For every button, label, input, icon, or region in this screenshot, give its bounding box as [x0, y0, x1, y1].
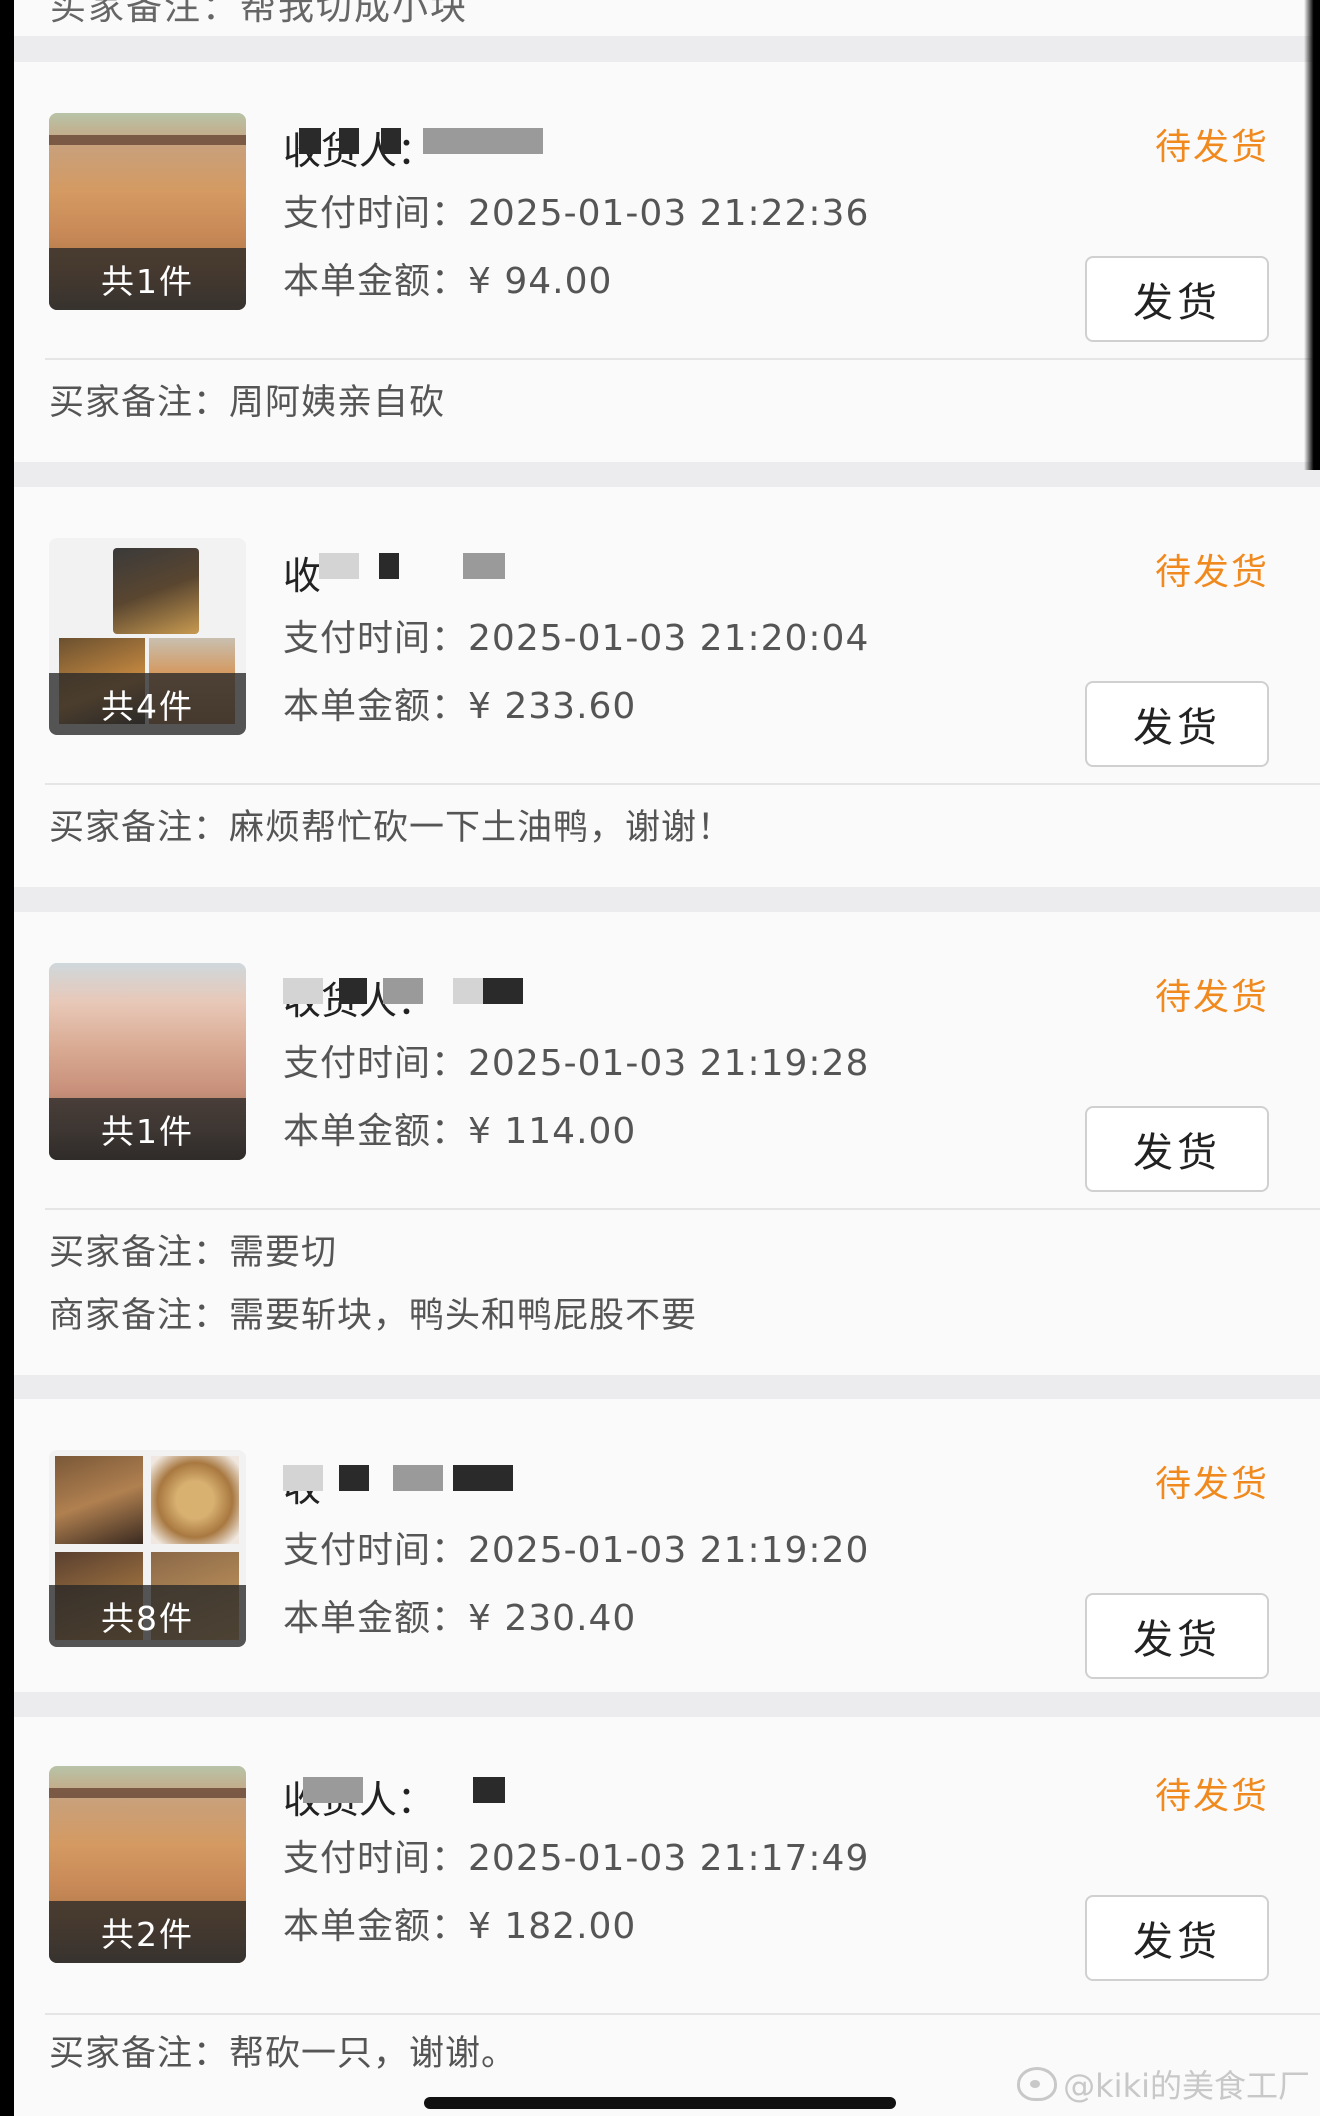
ship-button[interactable]: 发货: [1085, 1106, 1269, 1192]
pay-time: 支付时间：2025-01-03 21:17:49: [283, 1838, 870, 1879]
product-thumbnail[interactable]: 共1件: [49, 113, 246, 310]
seller-note: 商家备注：需要斩块，鸭头和鸭屁股不要: [49, 1296, 698, 1336]
status-badge: 待发货: [1154, 977, 1269, 1018]
item-count: 共8件: [49, 1585, 246, 1647]
item-count: 共1件: [49, 1098, 246, 1160]
divider: [45, 1208, 1320, 1210]
recipient-name: 收货人：: [283, 970, 563, 1018]
divider: [45, 783, 1320, 785]
recipient-name: 收: [283, 545, 563, 593]
recipient-name: 收货人：: [283, 1769, 563, 1817]
pay-time: 支付时间：2025-01-03 21:20:04: [283, 618, 870, 659]
ship-button[interactable]: 发货: [1085, 1895, 1269, 1981]
order-amount: 本单金额：¥ 233.60: [283, 686, 637, 727]
screen-edge-right: [1304, 0, 1320, 470]
watermark: @kiki的美食工厂: [1017, 2061, 1310, 2107]
product-thumbnail[interactable]: 共8件: [49, 1450, 246, 1647]
weibo-icon: [1017, 2067, 1058, 2101]
order-card[interactable]: 共8件 收 待发货 支付时间：2025-01-03 21:19:20 本单金额：…: [0, 1399, 1320, 1692]
pay-time: 支付时间：2025-01-03 21:22:36: [283, 193, 870, 234]
divider: [45, 358, 1320, 360]
ship-button[interactable]: 发货: [1085, 256, 1269, 342]
previous-order-remnant: 买家备注：帮我切成小块: [0, 0, 1320, 36]
divider: [45, 2013, 1320, 2015]
watermark-text: @kiki的美食工厂: [1063, 2067, 1310, 2105]
buyer-note: 买家备注：麻烦帮忙砍一下土油鸭，谢谢！: [49, 808, 734, 848]
ship-button[interactable]: 发货: [1085, 681, 1269, 767]
order-card[interactable]: 共1件 收货人： 待发货 支付时间：2025-01-03 21:22:36 本单…: [0, 62, 1320, 462]
previous-buyer-note: 买家备注：帮我切成小块: [50, 0, 469, 28]
status-badge: 待发货: [1154, 552, 1269, 593]
buyer-note: 买家备注：需要切: [49, 1233, 338, 1273]
order-amount: 本单金额：¥ 230.40: [283, 1598, 637, 1639]
home-indicator[interactable]: [424, 2097, 896, 2109]
status-badge: 待发货: [1154, 1776, 1269, 1817]
order-card[interactable]: 共1件 收货人： 待发货 支付时间：2025-01-03 21:19:28 本单…: [0, 912, 1320, 1375]
product-thumbnail[interactable]: 共4件: [49, 538, 246, 735]
pay-time: 支付时间：2025-01-03 21:19:20: [283, 1530, 870, 1571]
ship-button[interactable]: 发货: [1085, 1593, 1269, 1679]
order-amount: 本单金额：¥ 182.00: [283, 1906, 637, 1947]
order-card[interactable]: 共4件 收 待发货 支付时间：2025-01-03 21:20:04 本单金额：…: [0, 487, 1320, 887]
product-thumbnail[interactable]: 共1件: [49, 963, 246, 1160]
item-count: 共2件: [49, 1901, 246, 1963]
buyer-note: 买家备注：周阿姨亲自砍: [49, 383, 446, 423]
item-count: 共1件: [49, 248, 246, 310]
status-badge: 待发货: [1154, 1464, 1269, 1505]
order-amount: 本单金额：¥ 114.00: [283, 1111, 637, 1152]
recipient-name: 收货人：: [283, 120, 563, 168]
product-thumbnail[interactable]: 共2件: [49, 1766, 246, 1963]
order-amount: 本单金额：¥ 94.00: [283, 261, 613, 302]
status-badge: 待发货: [1154, 127, 1269, 168]
recipient-name: 收: [283, 1457, 563, 1505]
item-count: 共4件: [49, 673, 246, 735]
screen-edge-left: [0, 0, 14, 2116]
order-card[interactable]: 共2件 收货人： 待发货 支付时间：2025-01-03 21:17:49 本单…: [0, 1717, 1320, 2116]
pay-time: 支付时间：2025-01-03 21:19:28: [283, 1043, 870, 1084]
